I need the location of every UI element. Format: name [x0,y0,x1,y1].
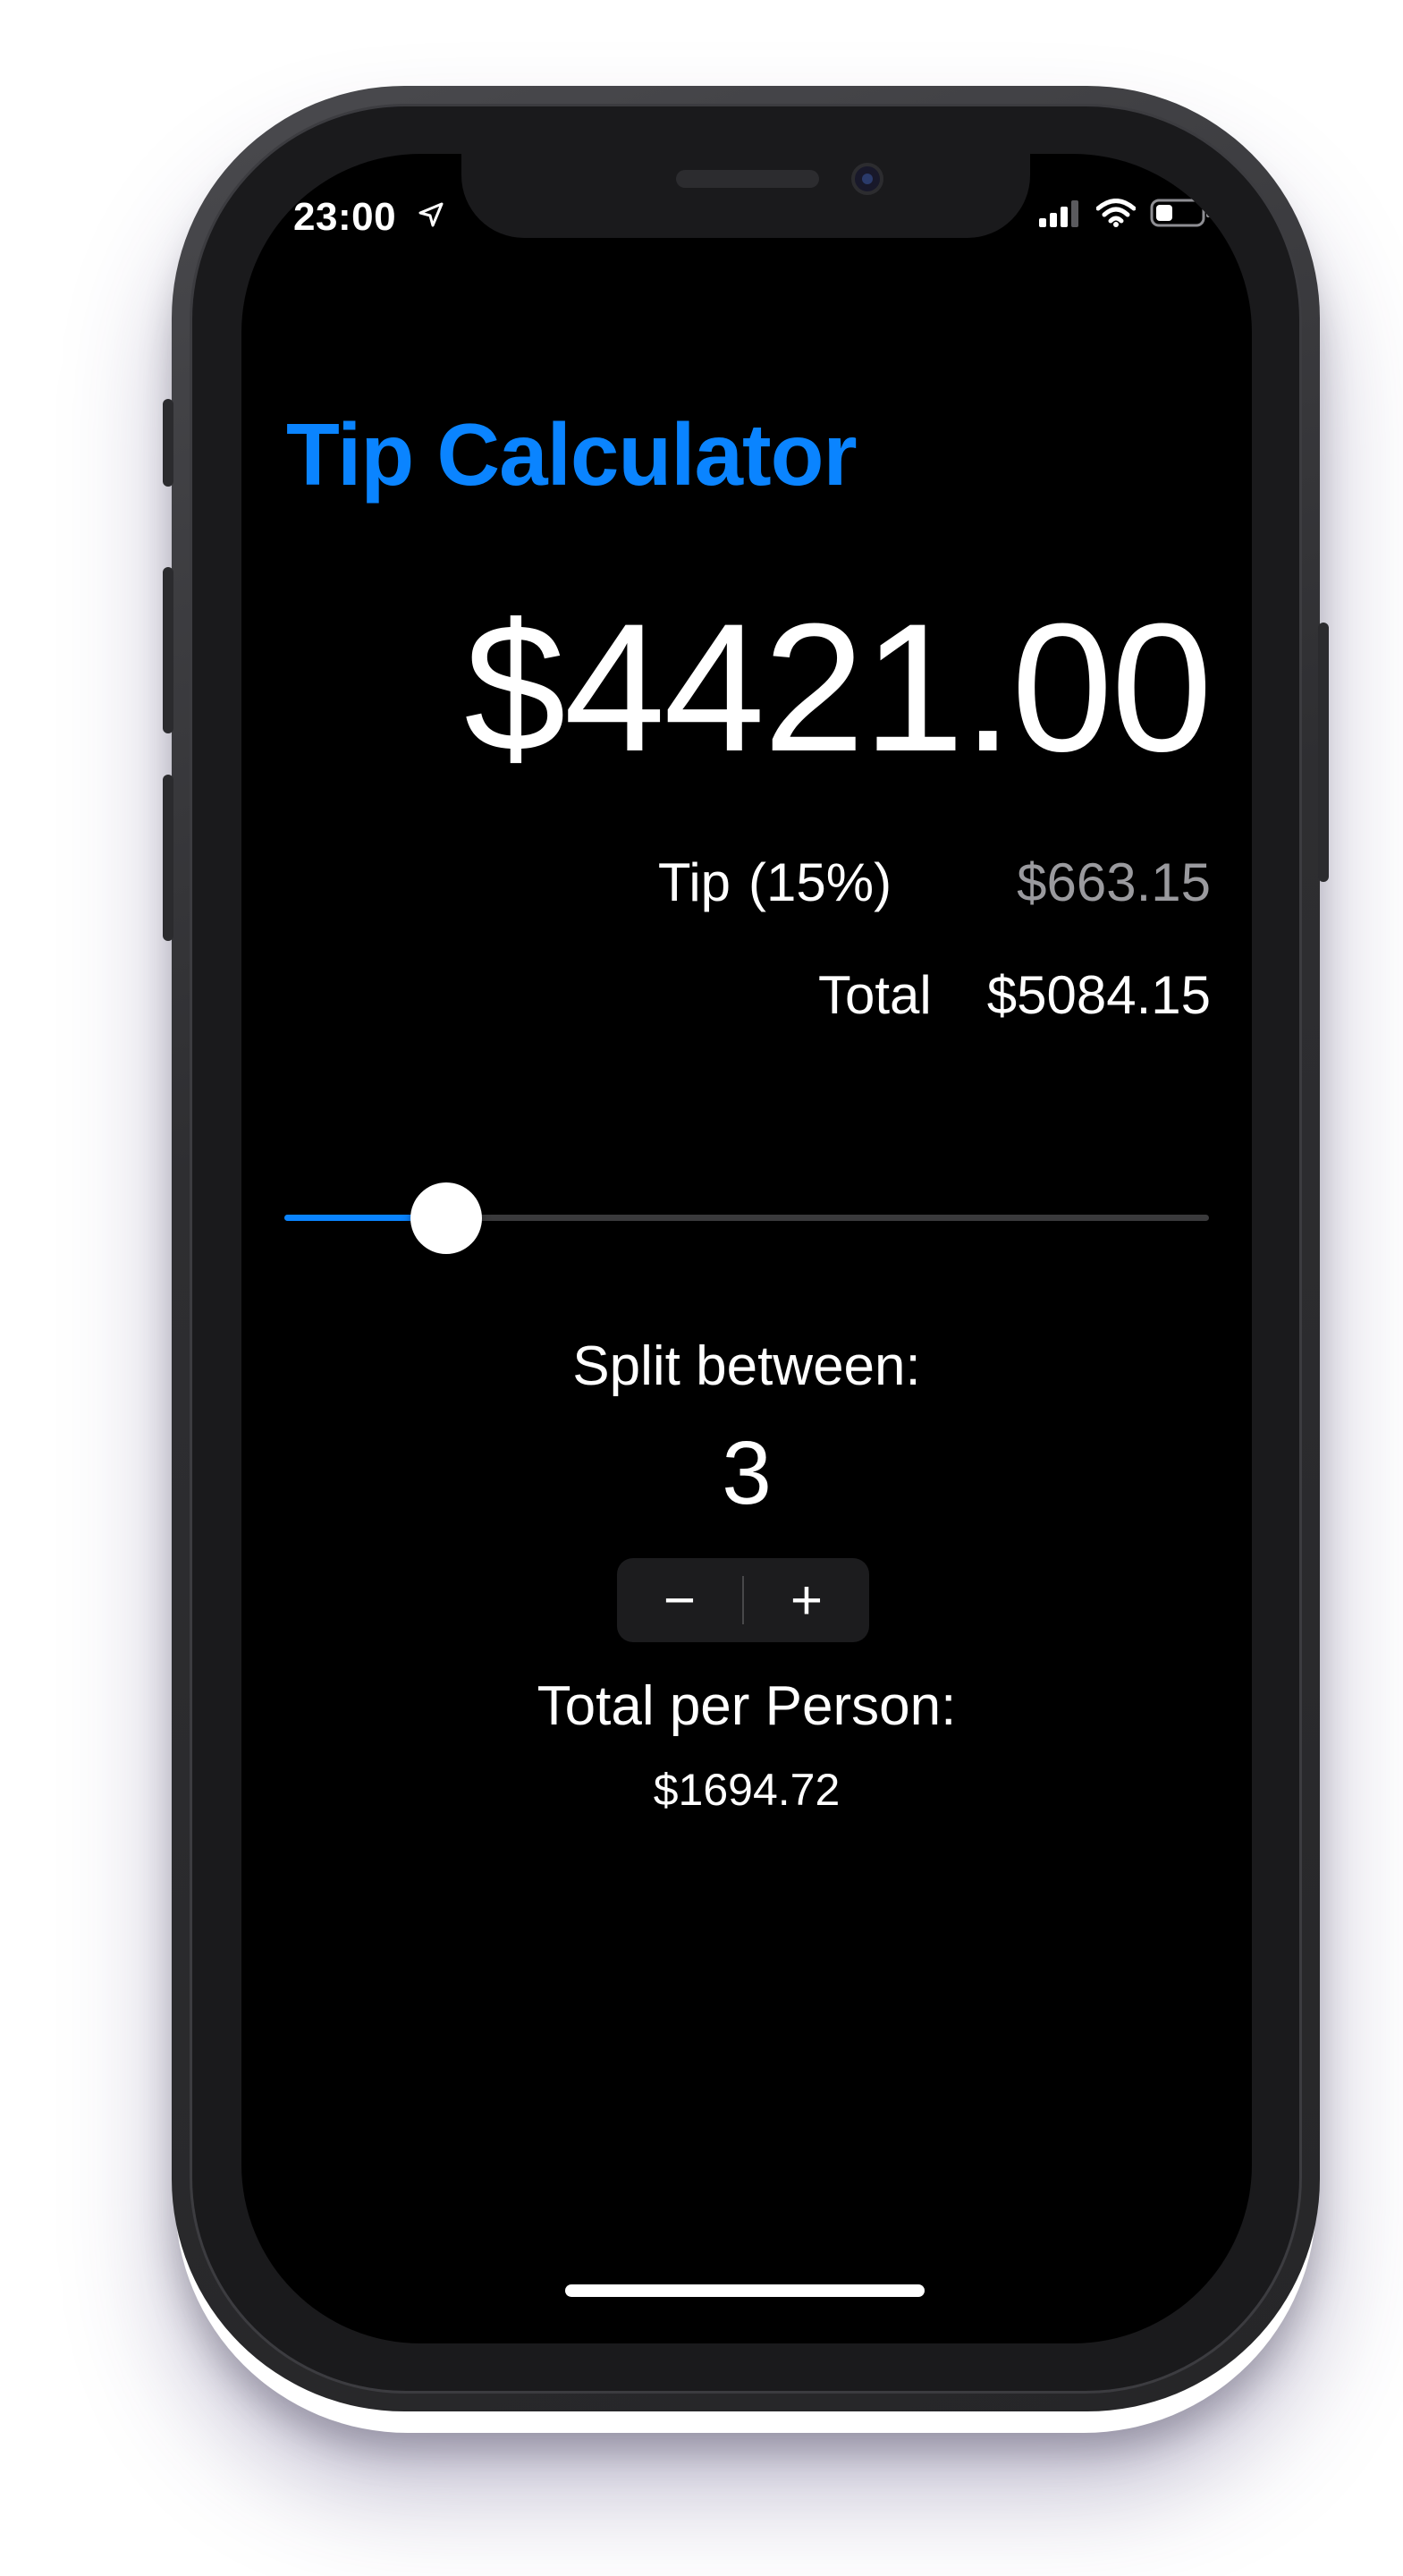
total-value: $5084.15 [986,965,1211,1025]
volume-up-button [163,567,173,733]
tip-percent-slider[interactable] [284,1182,1209,1254]
tip-percent: (15%) [748,852,892,912]
total-label: Total [817,965,932,1025]
bill-amount-field[interactable]: $4421.00 [464,583,1213,793]
split-count: 3 [722,1423,772,1523]
device-mockup: 23:00 Tip Calculator $4421.00 Tip (15%) … [0,0,1403,2576]
plus-icon: + [790,1569,824,1631]
minus-icon: − [663,1569,697,1631]
front-camera [851,163,883,195]
increment-button[interactable]: + [744,1558,869,1642]
total-row: Total $5084.15 [818,964,1211,1026]
cellular-signal-icon [1039,200,1078,227]
app-screen: 23:00 Tip Calculator $4421.00 Tip (15%) … [241,154,1252,2343]
split-label: Split between: [572,1335,921,1397]
decrement-button[interactable]: − [617,1558,742,1642]
per-person-label: Total per Person: [537,1675,957,1737]
tip-row: Tip (15%) $663.15 [658,852,1211,913]
page-title: Tip Calculator [286,405,858,504]
earpiece-speaker [676,170,819,188]
slider-thumb[interactable] [410,1182,482,1254]
volume-down-button [163,775,173,941]
notch [461,154,1030,238]
mute-switch [163,399,173,487]
tip-label: Tip [657,852,731,912]
per-person-value: $1694.72 [653,1765,841,1815]
battery-icon [1150,199,1211,227]
status-indicators [1037,199,1213,227]
power-button [1318,623,1329,882]
split-stepper[interactable]: − + [617,1558,869,1642]
location-arrow-icon [418,202,444,227]
wifi-icon [1096,199,1136,227]
tip-value: $663.15 [1017,852,1211,912]
status-time: 23:00 [293,195,397,239]
home-indicator[interactable] [565,2284,925,2297]
